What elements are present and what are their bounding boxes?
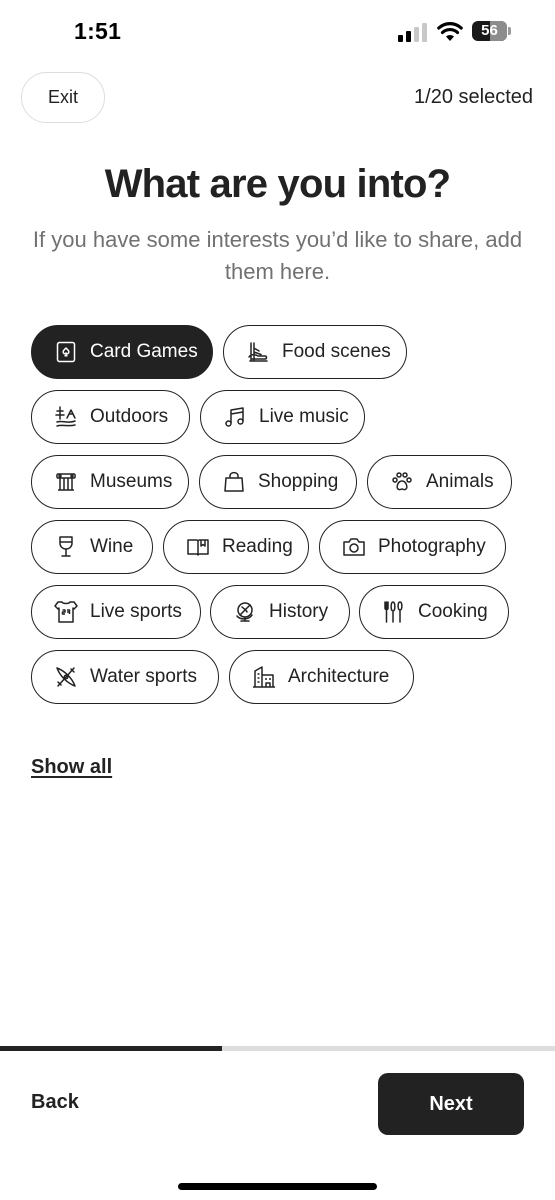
interest-chip-animals[interactable]: Animals: [367, 455, 512, 509]
interest-chip-museums[interactable]: Museums: [31, 455, 189, 509]
next-button[interactable]: Next: [378, 1073, 524, 1135]
interest-chip-wine[interactable]: Wine: [31, 520, 153, 574]
interest-chip-shopping[interactable]: Shopping: [199, 455, 357, 509]
wifi-icon: [437, 22, 463, 41]
page-title: What are you into?: [104, 162, 451, 206]
camera-icon: [342, 535, 366, 559]
utensils-icon: [382, 600, 406, 624]
paw-icon: [390, 470, 414, 494]
show-all-link[interactable]: Show all: [31, 756, 112, 779]
interest-chip-live-music[interactable]: Live music: [200, 390, 365, 444]
chip-label: Reading: [222, 536, 293, 557]
interest-chip-architecture[interactable]: Architecture: [229, 650, 414, 704]
interest-chip-card-games[interactable]: Card Games: [31, 325, 213, 379]
chip-label: Animals: [426, 471, 494, 492]
chip-label: Cooking: [418, 601, 488, 622]
chip-label: Live music: [259, 406, 349, 427]
selected-count: 1/20 selected: [414, 86, 533, 108]
back-button[interactable]: Back: [31, 1091, 79, 1114]
home-indicator: [178, 1183, 377, 1190]
interest-chip-live-sports[interactable]: Live sports: [31, 585, 201, 639]
interest-chip-food-scenes[interactable]: Food scenes: [223, 325, 407, 379]
battery-level: 56: [481, 22, 498, 39]
chip-label: Photography: [378, 536, 486, 557]
chip-label: Shopping: [258, 471, 339, 492]
status-bar: 1:51 56: [0, 0, 555, 64]
progress-bar: [0, 1046, 555, 1051]
outdoors-icon: [54, 405, 78, 429]
wine-glass-icon: [54, 535, 78, 559]
chip-label: Card Games: [90, 341, 198, 362]
interest-chip-outdoors[interactable]: Outdoors: [31, 390, 190, 444]
status-time: 1:51: [74, 18, 122, 44]
jersey-icon: [54, 600, 78, 624]
cellular-signal-icon: [398, 23, 427, 42]
chip-label: Architecture: [288, 666, 390, 687]
interest-chip-water-sports[interactable]: Water sports: [31, 650, 219, 704]
chip-label: Live sports: [90, 601, 182, 622]
chip-label: Outdoors: [90, 406, 169, 427]
chip-label: Wine: [90, 536, 134, 557]
food-scenes-icon: [246, 340, 270, 364]
battery-icon: 56: [472, 21, 512, 41]
interest-chip-reading[interactable]: Reading: [163, 520, 309, 574]
music-note-icon: [223, 405, 247, 429]
chip-label: History: [269, 601, 329, 622]
kayak-icon: [54, 665, 78, 689]
progress-bar-fill: [0, 1046, 222, 1051]
chip-label: Food scenes: [282, 341, 391, 362]
chip-label: Water sports: [90, 666, 197, 687]
shopping-bag-icon: [222, 470, 246, 494]
interest-chip-history[interactable]: History: [210, 585, 350, 639]
globe-icon: [233, 600, 257, 624]
museum-icon: [54, 470, 78, 494]
chip-label: Museums: [90, 471, 173, 492]
interest-chip-cooking[interactable]: Cooking: [359, 585, 509, 639]
book-icon: [186, 535, 210, 559]
card-games-icon: [54, 340, 78, 364]
page-subtitle: If you have some interests you’d like to…: [32, 227, 523, 284]
exit-button[interactable]: Exit: [21, 72, 105, 123]
building-icon: [252, 665, 276, 689]
interest-chip-photography[interactable]: Photography: [319, 520, 506, 574]
